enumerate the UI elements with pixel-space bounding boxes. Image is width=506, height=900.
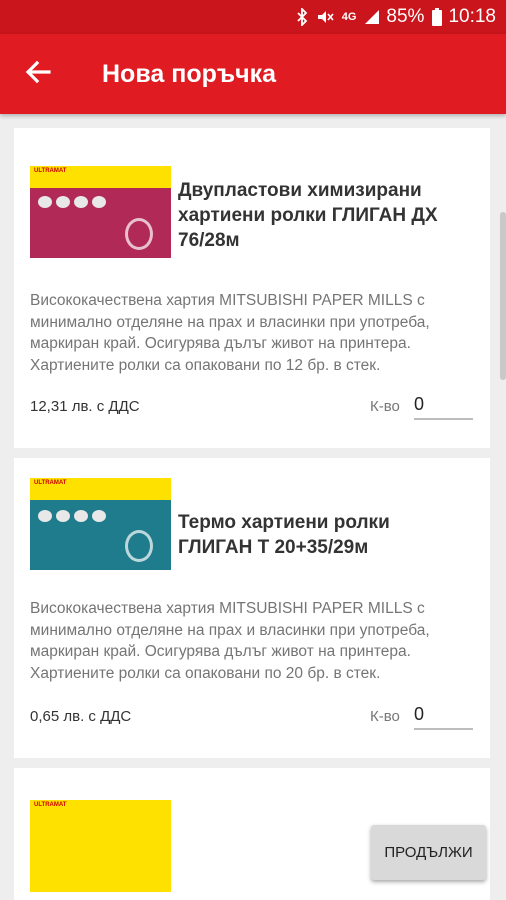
product-title: Двупластови химизирани хартиени ролки ГЛ… — [178, 180, 438, 251]
clock: 10:18 — [448, 6, 496, 27]
product-image: ULTRAMAT — [30, 478, 171, 570]
quantity-label: К-во — [370, 708, 400, 725]
mute-icon — [316, 8, 334, 26]
brand-label: ULTRAMAT — [34, 802, 67, 808]
product-image: ULTRAMAT — [30, 166, 171, 258]
quantity-field[interactable] — [414, 700, 473, 730]
app-bar: Нова поръчка — [0, 34, 506, 114]
brand-label: ULTRAMAT — [34, 480, 67, 486]
page-title: Нова поръчка — [102, 59, 277, 88]
brand-label: ULTRAMAT — [34, 168, 67, 174]
bluetooth-icon — [296, 8, 308, 26]
status-bar: 4G 85% 10:18 — [0, 0, 506, 34]
product-list[interactable]: ULTRAMAT Двупластови химизирани хартиени… — [0, 114, 506, 900]
quantity-label: К-во — [370, 398, 400, 415]
product-price: 12,31 лв. с ДДС — [30, 398, 140, 415]
back-button[interactable] — [0, 34, 76, 114]
quantity-field[interactable] — [414, 390, 473, 420]
battery-icon — [432, 8, 443, 26]
product-card: ULTRAMAT Термо хартиени ролки ГЛИГАН Т 2… — [14, 458, 490, 758]
signal-icon — [364, 9, 380, 25]
product-card: ULTRAMAT Двупластови химизирани хартиени… — [14, 128, 490, 448]
product-title: Термо хартиени ролки ГЛИГАН Т 20+35/29м — [178, 512, 390, 558]
scrollbar[interactable] — [500, 212, 506, 380]
product-description: Висококачествена хартия MITSUBISHI PAPER… — [30, 600, 430, 682]
product-image: ULTRAMAT — [30, 800, 171, 892]
product-price: 0,65 лв. с ДДС — [30, 708, 132, 725]
arrow-back-icon — [25, 60, 51, 89]
battery-percentage: 85% — [386, 6, 425, 27]
continue-button[interactable]: ПРОДЪЛЖИ — [371, 825, 486, 880]
product-description: Висококачествена хартия MITSUBISHI PAPER… — [30, 292, 430, 374]
network-type-icon: 4G — [341, 11, 357, 23]
